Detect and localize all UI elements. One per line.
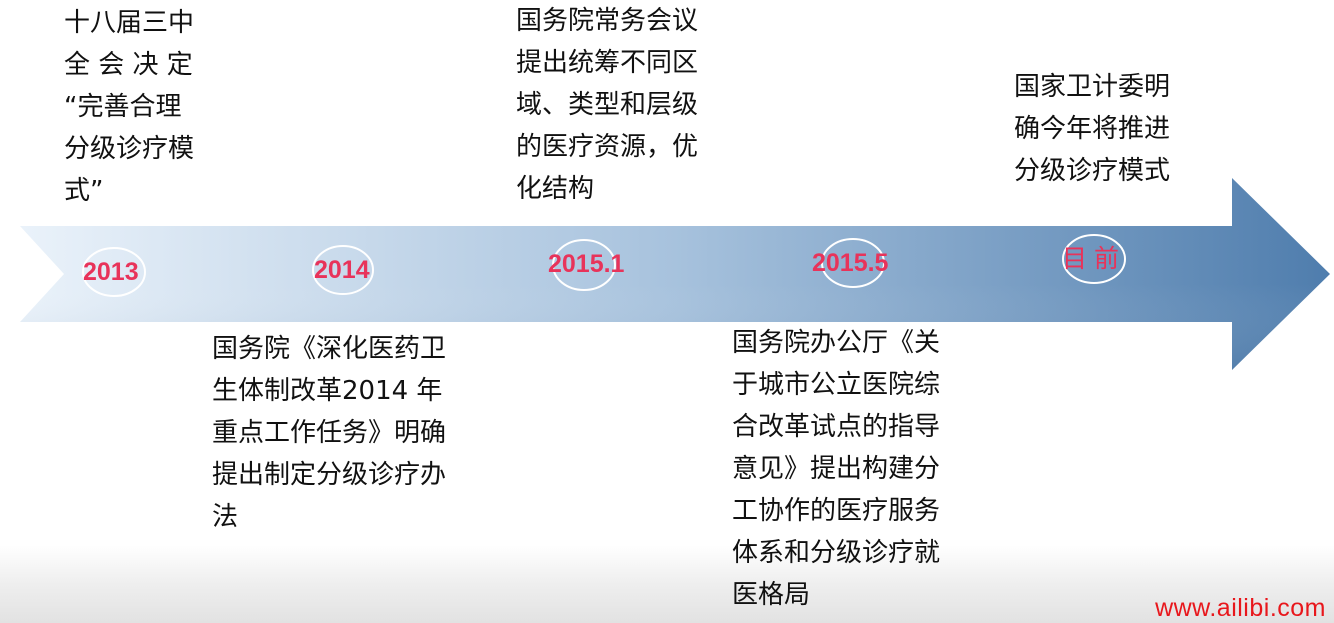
milestone-year: 2015.5 <box>812 249 889 277</box>
milestone-year: 2014 <box>314 256 370 284</box>
milestone-year: 2015.1 <box>548 250 625 278</box>
milestone-year: 2013 <box>83 258 139 286</box>
milestone-note: 十八届三中 全 会 决 定 “完善合理 分级诊疗模 式” <box>64 8 195 206</box>
watermark: www.ailibi.com <box>1155 594 1326 622</box>
milestone-note: 国务院《深化医药卫 生体制改革2014 年 重点工作任务》明确 提出制定分级诊疗… <box>212 334 447 532</box>
milestone-note: 国家卫计委明 确今年将推进 分级诊疗模式 <box>1014 72 1171 186</box>
milestone-year: 目 前 <box>1062 245 1119 273</box>
milestone-note: 国务院常务会议 提出统筹不同区 域、类型和层级 的医疗资源，优 化结构 <box>516 6 699 204</box>
milestone-note: 国务院办公厅《关 于城市公立医院综 合改革试点的指导 意见》提出构建分 工协作的… <box>732 328 941 610</box>
